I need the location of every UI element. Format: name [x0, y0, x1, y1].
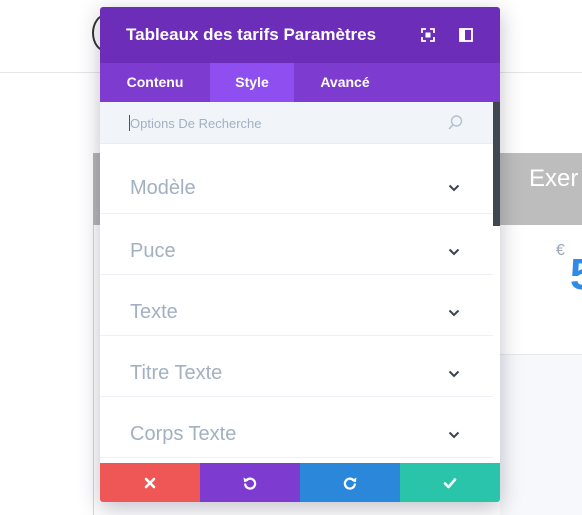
- check-icon: [443, 478, 457, 489]
- close-icon: [144, 477, 156, 489]
- section-label: Modèle: [130, 177, 196, 199]
- section-texte[interactable]: Texte: [100, 275, 493, 336]
- expand-icon[interactable]: [419, 26, 437, 44]
- pricing-currency: €: [556, 242, 565, 259]
- section-titre-texte[interactable]: Titre Texte: [100, 336, 493, 397]
- scrollbar-thumb[interactable]: [493, 102, 500, 226]
- tab-avance[interactable]: Avancé: [294, 63, 396, 102]
- modal-title: Tableaux des tarifs Paramètres: [126, 25, 377, 44]
- section-label: Titre Texte: [130, 362, 223, 384]
- section-modele[interactable]: Modèle: [100, 144, 493, 214]
- section-corps-texte[interactable]: Corps Texte: [100, 397, 493, 458]
- settings-modal: Tableaux des tarifs Paramètres Contenu S…: [100, 7, 500, 502]
- tab-style[interactable]: Style: [210, 63, 294, 102]
- chevron-down-icon: [448, 370, 460, 378]
- pricing-table-title: Exer: [529, 165, 579, 192]
- discard-button[interactable]: [100, 463, 200, 502]
- search-input[interactable]: [130, 112, 430, 134]
- redo-icon: [343, 477, 357, 490]
- section-label: Puce: [130, 240, 176, 262]
- modal-header[interactable]: Tableaux des tarifs Paramètres: [100, 7, 500, 63]
- chevron-down-icon: [448, 431, 460, 439]
- section-label: Corps Texte: [130, 423, 237, 445]
- undo-icon: [243, 477, 257, 490]
- pricing-table-body: [500, 355, 582, 515]
- undo-button[interactable]: [200, 463, 300, 502]
- tab-contenu[interactable]: Contenu: [100, 63, 210, 102]
- search-icon[interactable]: [447, 114, 464, 131]
- redo-button[interactable]: [300, 463, 400, 502]
- chevron-down-icon: [448, 184, 460, 192]
- modal-tabs: Contenu Style Avancé: [100, 63, 500, 102]
- split-view-icon[interactable]: [457, 26, 475, 44]
- section-label: Texte: [130, 301, 178, 323]
- save-button[interactable]: [400, 463, 500, 502]
- modal-footer: [100, 463, 500, 502]
- chevron-down-icon: [448, 248, 460, 256]
- search-bar: [100, 102, 493, 144]
- settings-section-list: Modèle Puce Texte Titre Texte Corps Text…: [100, 144, 493, 463]
- chevron-down-icon: [448, 309, 460, 317]
- pricing-table-header[interactable]: Exer: [500, 153, 582, 225]
- section-puce[interactable]: Puce: [100, 214, 493, 275]
- pricing-price: 5: [570, 250, 582, 300]
- pricing-column-header-left: [93, 153, 100, 225]
